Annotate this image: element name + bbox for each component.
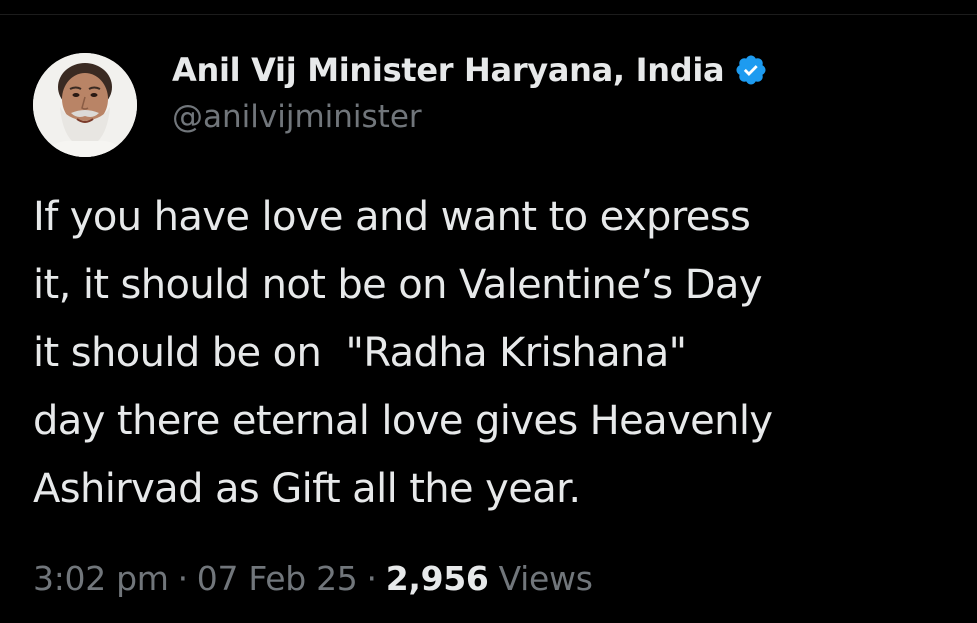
avatar-portrait (33, 53, 137, 157)
tweet-header: Anil Vij Minister Haryana, India @anilvi… (172, 46, 952, 140)
tweet-text-line: If you have love and want to express (33, 194, 751, 240)
views-count[interactable]: 2,956 (386, 559, 489, 598)
author-display-name[interactable]: Anil Vij Minister Haryana, India (172, 51, 725, 89)
tweet-text-line: it should be on "Radha Krishana" (33, 330, 687, 376)
tweet-text-line: day there eternal love gives Heavenly (33, 398, 773, 444)
meta-separator: · (366, 558, 378, 598)
verified-badge-icon[interactable] (734, 53, 768, 87)
meta-separator: · (177, 558, 189, 598)
tweet-text-line: it, it should not be on Valentine’s Day (33, 262, 763, 308)
author-name-row: Anil Vij Minister Haryana, India (172, 46, 952, 94)
author-handle[interactable]: @anilvijminister (172, 94, 952, 140)
tweet-text: If you have love and want to express it,… (33, 183, 963, 523)
views-label: Views (498, 558, 593, 598)
tweet-time[interactable]: 3:02 pm (33, 559, 169, 598)
author-avatar[interactable] (33, 53, 137, 157)
tweet-card: Anil Vij Minister Haryana, India @anilvi… (0, 0, 977, 623)
tweet-meta: 3:02 pm · 07 Feb 25 · 2,956 Views (33, 552, 593, 604)
tweet-text-line: Ashirvad as Gift all the year. (33, 466, 581, 512)
tweet-date[interactable]: 07 Feb 25 (197, 559, 358, 598)
